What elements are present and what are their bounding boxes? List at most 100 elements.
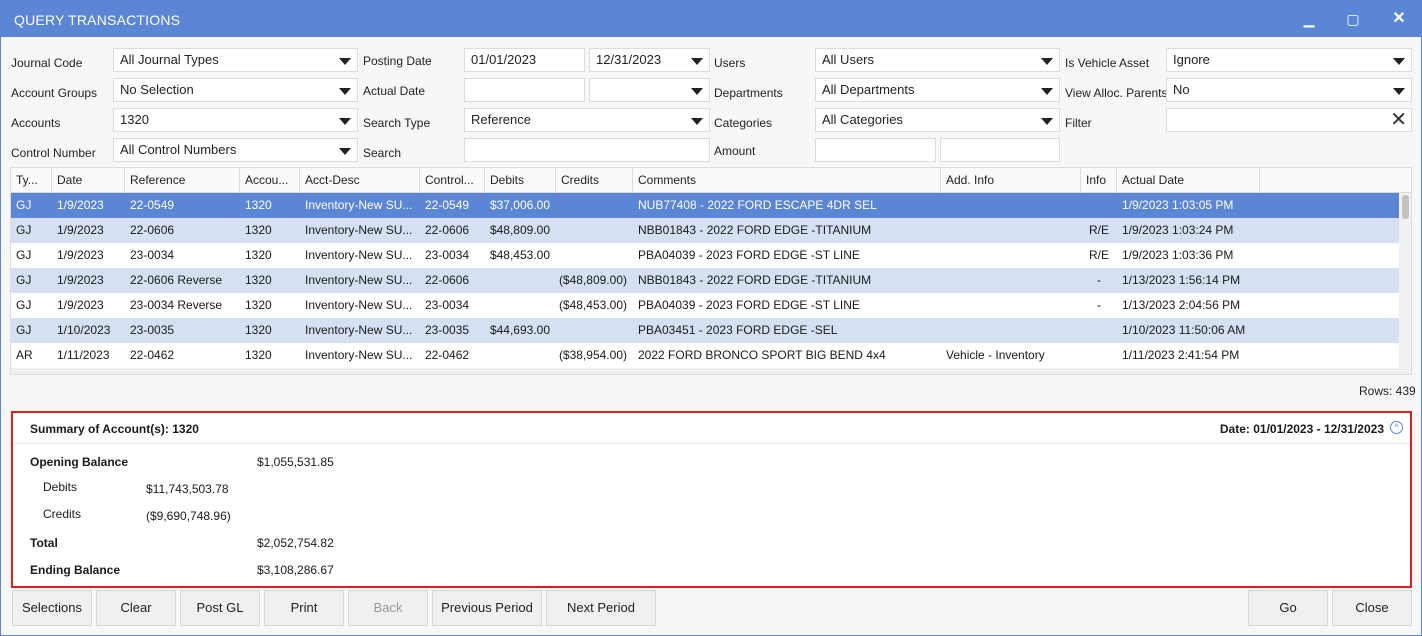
cell-type: AR <box>16 348 33 362</box>
post-gl-button[interactable]: Post GL <box>180 590 260 626</box>
journal-code-select[interactable]: All Journal Types <box>113 48 358 72</box>
is-vehicle-asset-label: Is Vehicle Asset <box>1065 56 1150 70</box>
close-button[interactable]: Close <box>1332 590 1412 626</box>
actual-date-from-input[interactable] <box>464 78 585 102</box>
cell-actual-date: 1/13/2023 1:56:14 PM <box>1122 273 1241 287</box>
journal-code-label: Journal Code <box>11 56 83 70</box>
departments-select[interactable]: All Departments <box>815 78 1060 102</box>
cell-type: GJ <box>16 248 32 262</box>
posting-date-label: Posting Date <box>363 54 432 68</box>
column-header-account[interactable]: Accou... <box>240 168 300 193</box>
cell-account: 1320 <box>245 223 272 237</box>
accounts-select[interactable]: 1320 <box>113 108 358 132</box>
next-period-button[interactable]: Next Period <box>546 590 656 626</box>
cell-debits <box>485 268 556 293</box>
column-header-actual-date[interactable]: Actual Date <box>1117 168 1260 193</box>
row-count: Rows: 439 <box>1359 384 1416 398</box>
chevron-down-icon <box>1393 58 1405 65</box>
selections-button[interactable]: Selections <box>12 590 92 626</box>
column-header-info[interactable]: Info <box>1081 168 1117 193</box>
amount-to-input[interactable] <box>940 138 1060 162</box>
maximize-icon[interactable]: ▢ <box>1340 8 1366 30</box>
minimize-icon[interactable]: ▁ <box>1296 8 1322 30</box>
cell-control: 23-0034 <box>425 298 470 312</box>
actual-date-label: Actual Date <box>363 84 426 98</box>
search-type-value: Reference <box>471 112 531 127</box>
column-header-add-info[interactable]: Add. Info <box>941 168 1081 193</box>
filter-label: Filter <box>1065 116 1092 130</box>
back-button[interactable]: Back <box>348 590 428 626</box>
cell-add-info <box>941 293 1081 318</box>
column-header-control[interactable]: Control... <box>420 168 485 193</box>
table-row[interactable]: GJ 1/9/2023 22-0606 1320 Inventory-New SU...… <box>11 218 1399 243</box>
chevron-down-icon <box>339 118 351 125</box>
cell-acct-desc: Inventory-New SU... <box>305 348 413 362</box>
is-vehicle-asset-select[interactable]: Ignore <box>1166 48 1412 72</box>
close-icon[interactable]: ✕ <box>1386 8 1412 30</box>
search-input[interactable] <box>464 138 710 162</box>
amount-from-input[interactable] <box>815 138 936 162</box>
clear-button[interactable]: Clear <box>96 590 176 626</box>
table-row[interactable]: GJ 1/9/2023 23-0034 1320 Inventory-New SU...… <box>11 243 1399 268</box>
cell-date: 1/11/2023 <box>57 348 110 362</box>
posting-date-from-input[interactable]: 01/01/2023 <box>464 48 585 72</box>
column-header-comments[interactable]: Comments <box>633 168 941 193</box>
column-header-date[interactable]: Date <box>52 168 125 193</box>
column-header-debits[interactable]: Debits <box>485 168 556 193</box>
cell-credits: ($48,809.00) <box>558 273 627 287</box>
account-groups-select[interactable]: No Selection <box>113 78 358 102</box>
horizontal-scrollbar[interactable] <box>11 368 1399 374</box>
actual-date-to-select[interactable] <box>589 78 710 102</box>
cell-reference: 22-0606 <box>130 223 175 237</box>
vertical-scrollbar[interactable] <box>1399 193 1411 374</box>
view-alloc-parents-label: View Alloc. Parents <box>1065 86 1168 100</box>
cell-control: 23-0035 <box>425 323 470 337</box>
collapse-icon[interactable]: ^ <box>1390 421 1403 434</box>
cell-credits: ($48,453.00) <box>558 298 627 312</box>
users-select[interactable]: All Users <box>815 48 1060 72</box>
account-summary-panel: Summary of Account(s): 1320 Date: 01/01/… <box>11 411 1412 588</box>
cell-add-info <box>941 193 1081 218</box>
cell-reference: 22-0549 <box>130 198 175 212</box>
cell-info: - <box>1097 298 1101 312</box>
scroll-thumb[interactable] <box>1402 195 1409 219</box>
table-row[interactable]: GJ 1/9/2023 23-0034 Reverse 1320 Inventory-N… <box>11 293 1399 318</box>
view-alloc-parents-select[interactable]: No <box>1166 78 1412 102</box>
table-row[interactable]: GJ 1/10/2023 23-0035 1320 Inventory-New SU..… <box>11 318 1399 343</box>
column-header-reference[interactable]: Reference <box>125 168 240 193</box>
chevron-down-icon <box>1041 58 1053 65</box>
cell-comments: PBA04039 - 2023 FORD EDGE -ST LINE <box>638 248 860 262</box>
control-number-select[interactable]: All Control Numbers <box>113 138 358 162</box>
cell-acct-desc: Inventory-New SU... <box>305 198 413 212</box>
column-header-acct-desc[interactable]: Acct-Desc <box>300 168 420 193</box>
cell-control: 22-0606 <box>425 223 470 237</box>
cell-info <box>1081 318 1117 343</box>
categories-select[interactable]: All Categories <box>815 108 1060 132</box>
search-type-select[interactable]: Reference <box>464 108 710 132</box>
chevron-down-icon <box>339 58 351 65</box>
go-button[interactable]: Go <box>1248 590 1328 626</box>
cell-date: 1/10/2023 <box>57 323 111 337</box>
filter-input[interactable]: ✕ <box>1166 108 1412 132</box>
cell-type: GJ <box>16 223 32 237</box>
clear-filter-icon[interactable]: ✕ <box>1390 110 1407 130</box>
amount-label: Amount <box>714 144 756 158</box>
table-row[interactable]: GJ 1/9/2023 22-0549 1320 Inventory-New SU...… <box>11 193 1399 218</box>
cell-type: GJ <box>16 298 32 312</box>
table-row[interactable]: GJ 1/9/2023 22-0606 Reverse 1320 Inventory-N… <box>11 268 1399 293</box>
previous-period-button[interactable]: Previous Period <box>432 590 542 626</box>
cell-account: 1320 <box>245 248 272 262</box>
table-row[interactable]: AR 1/11/2023 22-0462 1320 Inventory-New SU..… <box>11 343 1399 368</box>
total-value: $2,052,754.82 <box>257 536 334 550</box>
cell-actual-date: 1/9/2023 1:03:24 PM <box>1122 223 1234 237</box>
debits-value: $11,743,503.78 <box>146 482 229 496</box>
ending-balance-value: $3,108,286.67 <box>257 563 334 577</box>
posting-date-to-select[interactable]: 12/31/2023 <box>589 48 710 72</box>
column-header-type[interactable]: Ty... <box>11 168 52 193</box>
posting-date-to-value: 12/31/2023 <box>596 52 662 67</box>
account-groups-value: No Selection <box>120 82 194 97</box>
cell-debits: $44,693.00 <box>489 323 550 337</box>
column-header-credits[interactable]: Credits <box>556 168 633 193</box>
control-number-label: Control Number <box>11 146 96 160</box>
print-button[interactable]: Print <box>264 590 344 626</box>
